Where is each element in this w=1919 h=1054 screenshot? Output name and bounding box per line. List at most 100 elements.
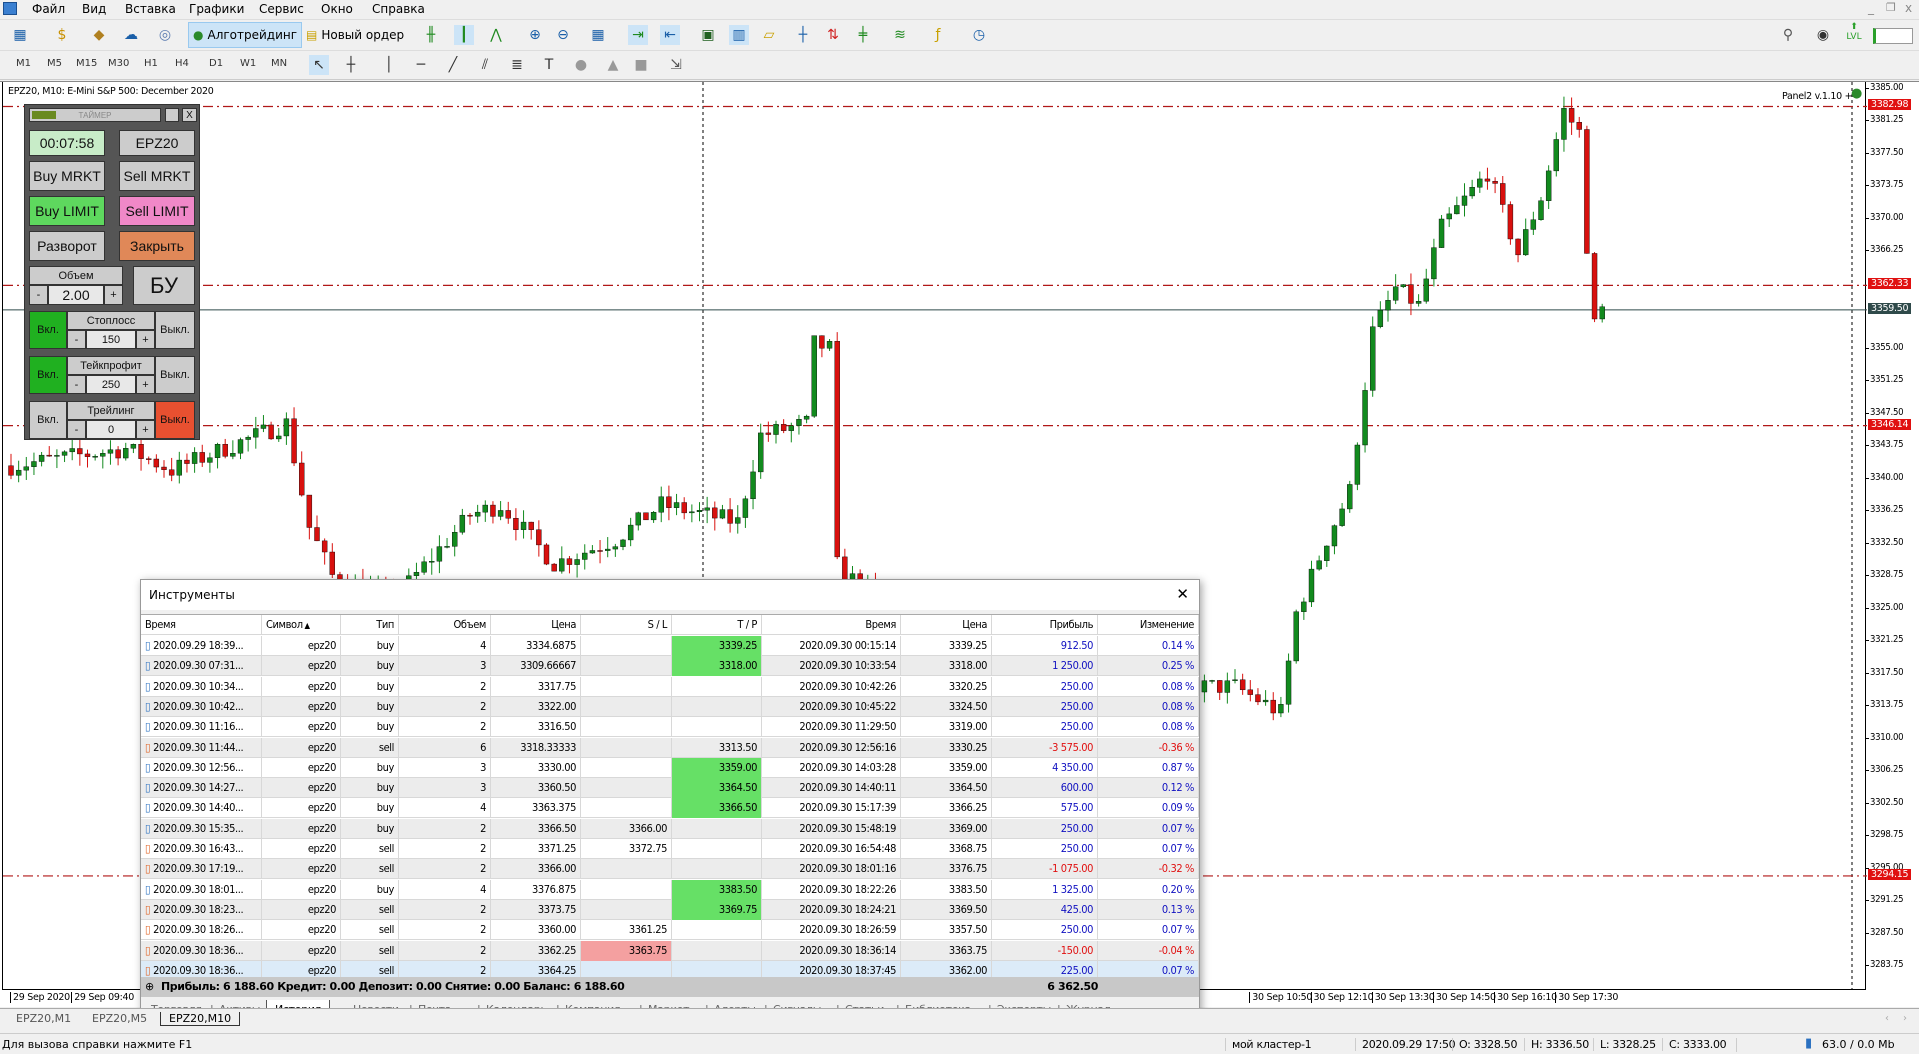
table-row[interactable]: ▯ 2020.09.30 18:36... epz20 sell 2 3362.25 33… [141,940,1199,961]
timeframe-h4[interactable]: H4 [175,58,189,69]
buy-limit-button[interactable]: Buy LIMIT [29,196,105,226]
account-icon[interactable]: ◉ [1813,25,1833,45]
price-axis[interactable]: 3385.00 3381.25 3377.50 3373.75 3370.00 3366.… [1865,82,1919,990]
panel-minimize-button[interactable] [165,108,179,122]
timeframe-m1[interactable]: M1 [16,58,31,69]
candlestick-icon[interactable]: ┃ [454,25,474,45]
table-row[interactable]: ▯ 2020.09.30 17:19... epz20 sell 2 3366.00 20… [141,859,1199,880]
templates-icon[interactable]: ▥ [729,25,749,45]
column-header[interactable]: Объем [399,615,491,635]
lvl-icon[interactable]: ⬆ LVL [1843,22,1865,42]
new-chart-icon[interactable]: ▦ [10,25,30,45]
chart-tab-m10[interactable]: EPZ20,M10 [160,1012,241,1026]
new-order-button[interactable]: ▤ Новый ордер [302,22,408,48]
symbol-button[interactable]: EPZ20 [119,130,195,156]
reverse-button[interactable]: Разворот [29,231,105,261]
timeframe-m15[interactable]: M15 [76,58,97,69]
data-window-icon[interactable]: ▣ [698,25,718,45]
chart-tab-m5[interactable]: EPZ20,M5 [92,1012,147,1025]
panel-title-bar[interactable]: ТАЙМЕР [29,108,161,122]
table-row[interactable]: ▯ 2020.09.30 14:40... epz20 buy 4 3363.375 33… [141,798,1199,819]
takeprofit-minus-button[interactable]: - [67,375,86,394]
menu-charts[interactable]: Графики [189,2,244,16]
menu-view[interactable]: Вид [82,2,106,16]
column-header[interactable]: Цена [491,615,581,635]
trendline-icon[interactable]: ╱ [443,55,463,75]
timeframe-w1[interactable]: W1 [240,58,256,69]
table-row[interactable]: ▯ 2020.09.29 18:39... epz20 buy 4 3334.6875 3… [141,636,1199,656]
timeframe-h1[interactable]: H1 [144,58,158,69]
trade-levels-icon[interactable]: ⇅ [823,25,843,45]
period-separators-icon[interactable]: ╪ [853,25,873,45]
line-chart-icon[interactable]: ⋀ [486,25,506,45]
trailing-minus-button[interactable]: - [67,420,86,439]
close-icon[interactable]: ✕ [1176,585,1189,603]
takeprofit-on-button[interactable]: Вкл. [29,356,67,394]
table-row[interactable]: ▯ 2020.09.30 11:44... epz20 sell 6 3318.3333… [141,737,1199,758]
table-row[interactable]: ▯ 2020.09.30 15:35... epz20 buy 2 3366.50 336… [141,818,1199,839]
table-row[interactable]: ▯ 2020.09.30 18:26... epz20 sell 2 3360.00 33… [141,920,1199,941]
close-position-button[interactable]: Закрыть [119,231,195,261]
sell-market-button[interactable]: Sell MRKT [119,161,195,191]
table-row[interactable]: ▯ 2020.09.30 11:16... epz20 buy 2 3316.50 202… [141,717,1199,738]
folders-icon[interactable]: ▱ [759,25,779,45]
search-icon[interactable]: ⚲ [1778,25,1798,45]
ellipse-icon[interactable]: ● [571,55,591,75]
algo-trading-button[interactable]: ● Алготрейдинг [188,22,303,48]
table-row[interactable]: ▯ 2020.09.30 07:31... epz20 buy 3 3309.66667… [141,656,1199,677]
takeprofit-off-button[interactable]: Выкл. [155,356,195,394]
experts-icon[interactable]: ƒ [928,25,948,45]
column-header[interactable]: Время [762,615,901,635]
triangle-icon[interactable]: ▲ [603,55,623,75]
signals-icon[interactable]: ◎ [155,25,175,45]
timeframe-d1[interactable]: D1 [209,58,223,69]
trailing-off-button[interactable]: Выкл. [155,401,195,439]
arrows-icon[interactable]: ⇲ [666,55,686,75]
tabs-scroll-right[interactable]: › [1903,1013,1907,1024]
auto-scroll-icon[interactable]: ⇥ [628,25,648,45]
table-row[interactable]: ▯ 2020.09.30 18:01... epz20 buy 4 3376.875 33… [141,879,1199,900]
column-header[interactable]: Символ ▲ [262,615,341,635]
cursor-icon[interactable]: ↖ [309,55,329,75]
column-header[interactable]: Тип [341,615,399,635]
table-row[interactable]: ▯ 2020.09.30 14:27... epz20 buy 3 3360.50 336… [141,778,1199,799]
table-row[interactable]: ▯ 2020.09.30 12:56... epz20 buy 3 3330.00 335… [141,757,1199,778]
trailing-input[interactable]: 0 [86,420,136,439]
zoom-in-icon[interactable]: ⊕ [525,25,545,45]
sell-limit-button[interactable]: Sell LIMIT [119,196,195,226]
clock-icon[interactable]: ◷ [969,25,989,45]
profiles-icon[interactable]: $ [52,25,72,45]
panel-close-button[interactable]: X [182,108,197,122]
zoom-out-icon[interactable]: ⊖ [553,25,573,45]
table-row[interactable]: ▯ 2020.09.30 10:34... epz20 buy 2 3317.75 202… [141,676,1199,697]
expand-icon[interactable]: ⊕ [145,977,154,997]
takeprofit-input[interactable]: 250 [86,375,136,394]
menu-file[interactable]: Файл [32,2,65,16]
menu-service[interactable]: Сервис [259,2,304,16]
crosshair-data-icon[interactable]: ┼ [793,25,813,45]
stoploss-on-button[interactable]: Вкл. [29,311,67,349]
breakeven-button[interactable]: БУ [133,266,195,305]
timeframe-m5[interactable]: M5 [47,58,62,69]
column-header[interactable]: Время [141,615,262,635]
text-icon[interactable]: T [539,55,559,75]
stoploss-plus-button[interactable]: + [136,330,155,349]
table-row[interactable]: ▯ 2020.09.30 18:23... epz20 sell 2 3373.75 33… [141,899,1199,920]
timeframe-mn[interactable]: MN [271,58,287,69]
bar-chart-icon[interactable]: ╫ [421,25,441,45]
restore-button[interactable]: ❐ [1886,1,1896,14]
column-header[interactable]: S / L [581,615,672,635]
equidistant-channel-icon[interactable]: ⫽ [475,55,495,75]
chart-shift-icon[interactable]: ⇤ [660,25,680,45]
crosshair-icon[interactable]: ┼ [341,55,361,75]
market-watch-icon[interactable]: ◆ [89,25,109,45]
table-row[interactable]: ▯ 2020.09.30 10:42... epz20 buy 2 3322.00 202… [141,696,1199,717]
table-row[interactable]: ▯ 2020.09.30 16:43... epz20 sell 2 3371.25 33… [141,839,1199,859]
stoploss-input[interactable]: 150 [86,330,136,349]
close-window-button[interactable]: x [1905,1,1912,15]
stoploss-minus-button[interactable]: - [67,330,86,349]
tabs-scroll-left[interactable]: ‹ [1885,1013,1889,1024]
takeprofit-plus-button[interactable]: + [136,375,155,394]
column-header[interactable]: Изменение [1098,615,1199,635]
rectangle-icon[interactable]: ■ [631,55,651,75]
